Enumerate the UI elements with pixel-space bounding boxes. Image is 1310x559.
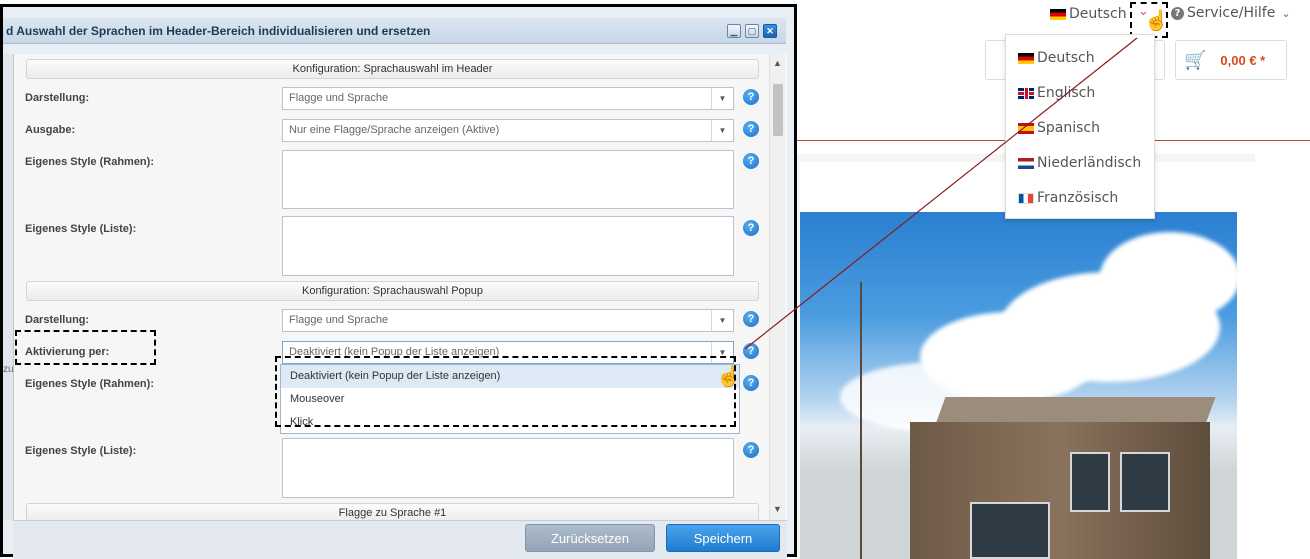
language-dropdown: Deutsch Englisch Spanisch Niederländisch… <box>1005 34 1155 219</box>
german-flag-icon <box>1050 8 1066 20</box>
popup-darstellung-select[interactable]: Flagge und Sprache ▼ <box>282 309 734 332</box>
ausgabe-label: Ausgabe: <box>25 124 76 136</box>
chevron-down-icon: ⌄ <box>1281 6 1291 20</box>
language-option[interactable]: Deutsch <box>1018 47 1095 69</box>
french-flag-icon <box>1018 192 1034 204</box>
style-liste-textarea[interactable] <box>282 216 734 276</box>
maximize-icon[interactable]: ▢ <box>745 24 759 38</box>
help-icon[interactable]: ? <box>743 375 759 391</box>
popup-style-liste-label: Eigenes Style (Liste): <box>25 445 137 457</box>
modal-title: d Auswahl der Sprachen im Header-Bereich… <box>6 24 431 38</box>
scroll-up-icon[interactable]: ▲ <box>773 58 782 68</box>
language-current-label: Deutsch <box>1069 6 1127 22</box>
help-icon[interactable]: ? <box>743 89 759 105</box>
style-liste-label: Eigenes Style (Liste): <box>25 223 137 235</box>
save-button[interactable]: Speichern <box>666 524 780 552</box>
style-rahmen-label: Eigenes Style (Rahmen): <box>25 156 154 168</box>
popup-style-rahmen-label: Eigenes Style (Rahmen): <box>25 378 154 390</box>
cart-icon: 🛒 <box>1184 49 1207 70</box>
left-strip: zu <box>3 54 14 520</box>
scroll-thumb[interactable] <box>773 84 783 136</box>
minimize-icon[interactable]: ▁ <box>727 24 741 38</box>
highlight-box-language-toggle <box>1130 2 1168 38</box>
modal-footer: Zurücksetzen Speichern <box>13 520 787 559</box>
section-header-sprachauswahl-header: Konfiguration: Sprachauswahl im Header <box>26 59 759 79</box>
darstellung-select[interactable]: Flagge und Sprache ▼ <box>282 87 734 110</box>
section-header-sprachauswahl-popup: Konfiguration: Sprachauswahl Popup <box>26 281 759 301</box>
dropdown-arrow-icon[interactable]: ▼ <box>711 88 733 109</box>
spanish-flag-icon <box>1018 122 1034 134</box>
help-circle-icon: ? <box>1171 6 1184 20</box>
german-flag-icon <box>1018 52 1034 64</box>
modal-body: Konfiguration: Sprachauswahl im Header D… <box>13 54 787 520</box>
highlight-box-dropdown-list <box>275 356 736 427</box>
close-icon[interactable]: ✕ <box>763 24 777 38</box>
cart-button[interactable]: 🛒 0,00 € * <box>1175 40 1287 80</box>
language-switcher[interactable]: Deutsch <box>1050 4 1127 24</box>
dropdown-arrow-icon[interactable]: ▼ <box>711 120 733 141</box>
popup-darstellung-label: Darstellung: <box>25 314 90 326</box>
building-photo <box>800 212 1237 559</box>
cart-amount: 0,00 € * <box>1220 52 1266 68</box>
help-icon[interactable]: ? <box>743 121 759 137</box>
ausgabe-select[interactable]: Nur eine Flagge/Sprache anzeigen (Aktive… <box>282 119 734 142</box>
service-label: Service/Hilfe <box>1187 5 1276 21</box>
admin-modal: d Auswahl der Sprachen im Header-Bereich… <box>0 4 797 559</box>
language-option[interactable]: Französisch <box>1018 187 1118 209</box>
help-icon[interactable]: ? <box>743 311 759 327</box>
language-option[interactable]: Niederländisch <box>1018 152 1141 174</box>
language-option[interactable]: Spanisch <box>1018 117 1100 139</box>
reset-button[interactable]: Zurücksetzen <box>525 524 655 552</box>
highlight-box-aktivierung-label <box>15 330 156 365</box>
help-icon[interactable]: ? <box>743 153 759 169</box>
section-header-flagge-1: Flagge zu Sprache #1 <box>26 503 759 520</box>
help-icon[interactable]: ? <box>743 220 759 236</box>
service-menu[interactable]: ? Service/Hilfe ⌄ <box>1171 5 1291 21</box>
language-option[interactable]: Englisch <box>1018 82 1095 104</box>
british-flag-icon <box>1018 87 1034 99</box>
dutch-flag-icon <box>1018 157 1034 169</box>
darstellung-label: Darstellung: <box>25 92 90 104</box>
help-icon[interactable]: ? <box>743 343 759 359</box>
scroll-down-icon[interactable]: ▼ <box>773 504 782 514</box>
dropdown-arrow-icon[interactable]: ▼ <box>711 310 733 331</box>
modal-titlebar[interactable]: d Auswahl der Sprachen im Header-Bereich… <box>3 18 786 44</box>
style-rahmen-textarea[interactable] <box>282 150 734 209</box>
help-icon[interactable]: ? <box>743 442 759 458</box>
popup-style-liste-textarea[interactable] <box>282 438 734 498</box>
scrollbar[interactable]: ▲ ▼ <box>769 54 785 520</box>
